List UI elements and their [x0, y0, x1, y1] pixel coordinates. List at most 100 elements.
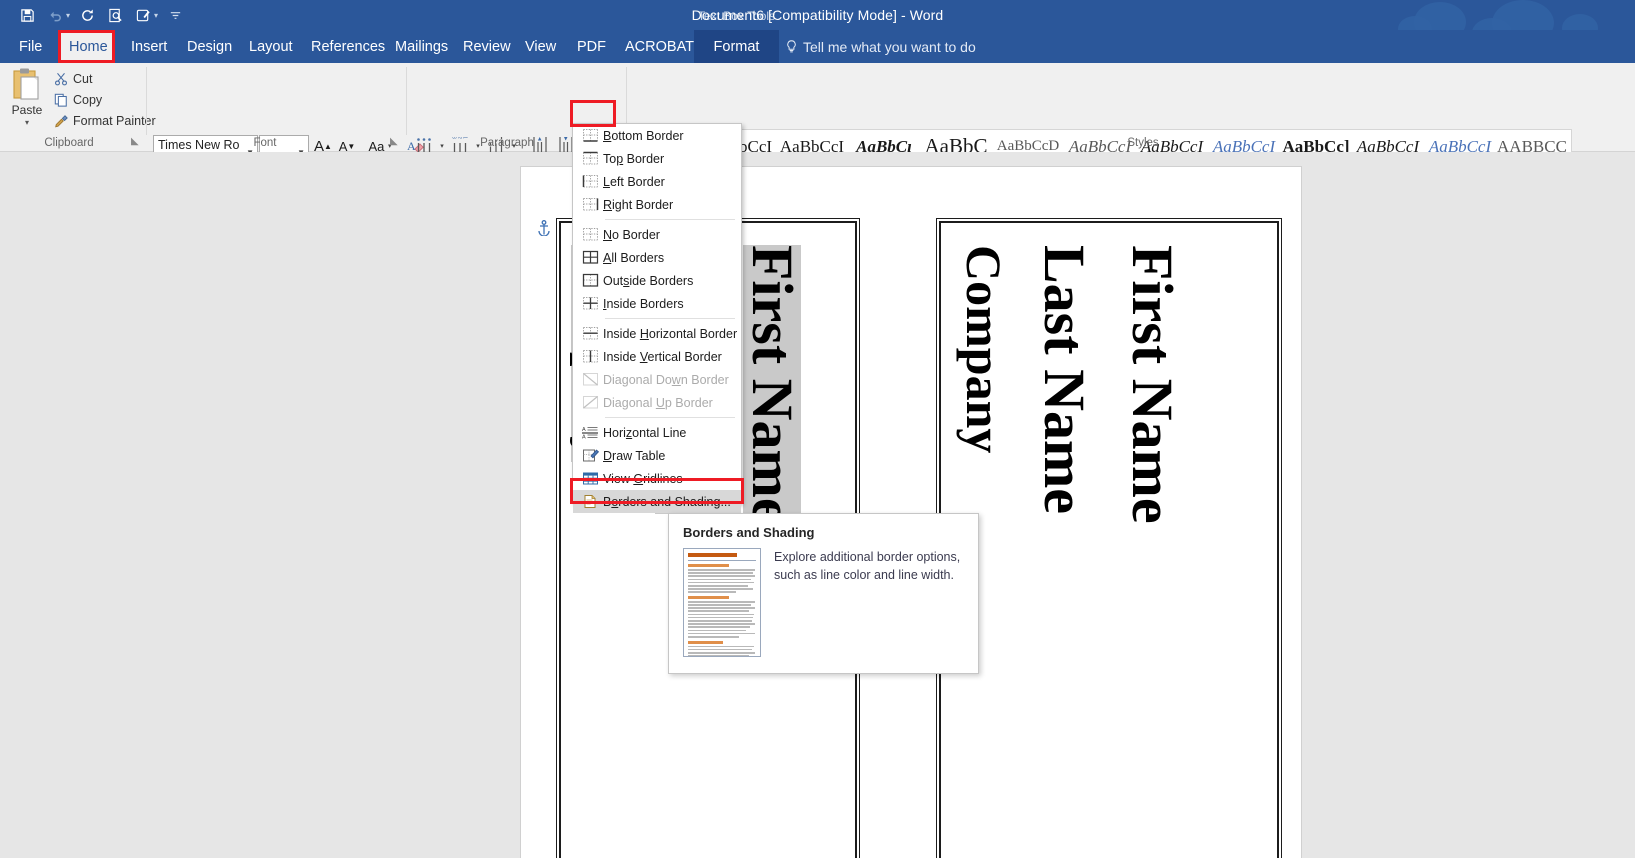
font-group-label: Font [210, 137, 320, 149]
menu-item-label: All Borders [603, 251, 664, 265]
lightbulb-icon [786, 31, 797, 65]
menu-item-outside-borders[interactable]: Outside Borders [573, 269, 741, 292]
menu-item-bottom-border[interactable]: Bottom Border [573, 124, 741, 147]
tab-references[interactable]: References [300, 30, 376, 63]
menu-item-horizontal-line[interactable]: AA Horizontal Line [573, 421, 741, 444]
svg-text:A: A [582, 435, 586, 441]
text-box-right[interactable]: First Name Last Name Company [939, 221, 1279, 858]
format-painter-button[interactable]: Format Painter [52, 111, 156, 131]
tab-acrobat[interactable]: ACROBAT [614, 30, 688, 63]
group-divider [146, 67, 147, 135]
menu-item-draw-table[interactable]: Draw Table [573, 444, 741, 467]
menu-item-label: Diagonal Up Border [603, 396, 713, 410]
menu-item-no-border[interactable]: No Border [573, 223, 741, 246]
copy-label: Copy [73, 93, 102, 107]
bottom-border-icon [577, 126, 603, 145]
tell-me-label: Tell me what you want to do [803, 39, 976, 55]
window-title: Document6 [Compatibility Mode] - Word [0, 0, 1635, 30]
menu-item-label: Top Border [603, 152, 664, 166]
menu-item-label: Inside Vertical Border [603, 350, 722, 364]
paste-dropdown-caret[interactable]: ▾ [25, 118, 29, 127]
svg-text:A: A [582, 427, 586, 433]
tab-view[interactable]: View [514, 30, 554, 63]
menu-item-label: Inside Borders [603, 297, 684, 311]
copy-icon [52, 93, 70, 107]
menu-item-left-border[interactable]: Left Border [573, 170, 741, 193]
styles-group-label: Styles [1098, 137, 1188, 149]
object-anchor-icon [537, 220, 551, 241]
format-painter-icon [52, 114, 70, 128]
horizontal-line-icon: AA [577, 423, 603, 442]
format-painter-label: Format Painter [73, 114, 156, 128]
menu-item-inside-horizontal-border[interactable]: Inside Horizontal Border [573, 322, 741, 345]
paste-icon [11, 67, 43, 101]
right-textbox-line-1[interactable]: First Name [1123, 245, 1181, 524]
menu-item-inside-vertical-border[interactable]: Inside Vertical Border [573, 345, 741, 368]
view-gridlines-icon [577, 469, 603, 488]
top-border-icon [577, 149, 603, 168]
right-border-icon [577, 195, 603, 214]
paragraph-group-label: Paragraph [452, 137, 562, 149]
draw-table-icon [577, 446, 603, 465]
outside-borders-icon [577, 271, 603, 290]
tab-insert[interactable]: Insert [120, 30, 168, 63]
tab-file[interactable]: File [8, 30, 44, 63]
diagonal-up-border-icon [577, 393, 603, 412]
tooltip-description: Explore additional border options, such … [774, 548, 964, 657]
menu-item-label: Outside Borders [603, 274, 693, 288]
borders-and-shading-icon [577, 492, 603, 511]
clipboard-group-label: Clipboard [14, 137, 124, 149]
right-textbox-line-3[interactable]: Company [959, 245, 1009, 453]
paste-button[interactable]: Paste ▾ [6, 67, 48, 131]
diagonal-down-border-icon [577, 370, 603, 389]
tab-design[interactable]: Design [176, 30, 230, 63]
menu-item-top-border[interactable]: Top Border [573, 147, 741, 170]
menu-item-label: Draw Table [603, 449, 665, 463]
menu-item-view-gridlines[interactable]: View Gridlines [573, 467, 741, 490]
borders-and-shading-tooltip: Borders and Shading [668, 513, 979, 674]
tab-layout[interactable]: Layout [238, 30, 292, 63]
font-dialog-launcher[interactable]: ◣ [390, 136, 402, 148]
title-bar: ▾ ▾ Text Box Tools Document6 [Compatibil… [0, 0, 1635, 30]
menu-item-diagonal-down-border: Diagonal Down Border [573, 368, 741, 391]
paste-label: Paste [12, 103, 43, 117]
menu-separator [605, 417, 735, 418]
menu-item-label: Borders and Shading... [603, 495, 731, 509]
menu-item-label: Diagonal Down Border [603, 373, 729, 387]
ribbon-tab-strip: File Home Insert Design Layout Reference… [0, 30, 1635, 63]
borders-dropdown-menu[interactable]: Bottom Border Top Border Left Border Rig… [572, 123, 742, 504]
menu-item-label: Right Border [603, 198, 673, 212]
tab-mailings[interactable]: Mailings [384, 30, 444, 63]
no-border-icon [577, 225, 603, 244]
left-border-icon [577, 172, 603, 191]
tooltip-title: Borders and Shading [683, 525, 964, 540]
cut-button[interactable]: Cut [52, 69, 92, 89]
menu-item-label: Bottom Border [603, 129, 684, 143]
ribbon: Paste ▾ Cut Copy Format Painter Clipboar… [0, 63, 1635, 152]
inside-horizontal-border-icon [577, 324, 603, 343]
menu-item-label: Left Border [603, 175, 665, 189]
tell-me-search[interactable]: Tell me what you want to do [786, 30, 976, 63]
menu-item-right-border[interactable]: Right Border [573, 193, 741, 216]
inside-vertical-border-icon [577, 347, 603, 366]
copy-button[interactable]: Copy [52, 90, 102, 110]
menu-item-label: View Gridlines [603, 472, 683, 486]
scissors-icon [52, 72, 70, 86]
tab-review[interactable]: Review [452, 30, 506, 63]
tab-home[interactable]: Home [58, 30, 115, 63]
cut-label: Cut [73, 72, 92, 86]
menu-item-borders-and-shading[interactable]: Borders and Shading... [573, 490, 741, 513]
menu-item-label: Horizontal Line [603, 426, 686, 440]
menu-separator [605, 318, 735, 319]
right-textbox-line-2[interactable]: Last Name [1035, 245, 1093, 514]
tab-format[interactable]: Format [694, 30, 779, 63]
menu-separator [605, 219, 735, 220]
left-textbox-line-1[interactable]: First Name [743, 245, 801, 524]
tab-pdf[interactable]: PDF [566, 30, 606, 63]
menu-item-diagonal-up-border: Diagonal Up Border [573, 391, 741, 414]
menu-item-all-borders[interactable]: All Borders [573, 246, 741, 269]
menu-item-label: Inside Horizontal Border [603, 327, 737, 341]
menu-item-inside-borders[interactable]: Inside Borders [573, 292, 741, 315]
clipboard-dialog-launcher[interactable]: ◣ [131, 136, 143, 148]
all-borders-icon [577, 248, 603, 267]
